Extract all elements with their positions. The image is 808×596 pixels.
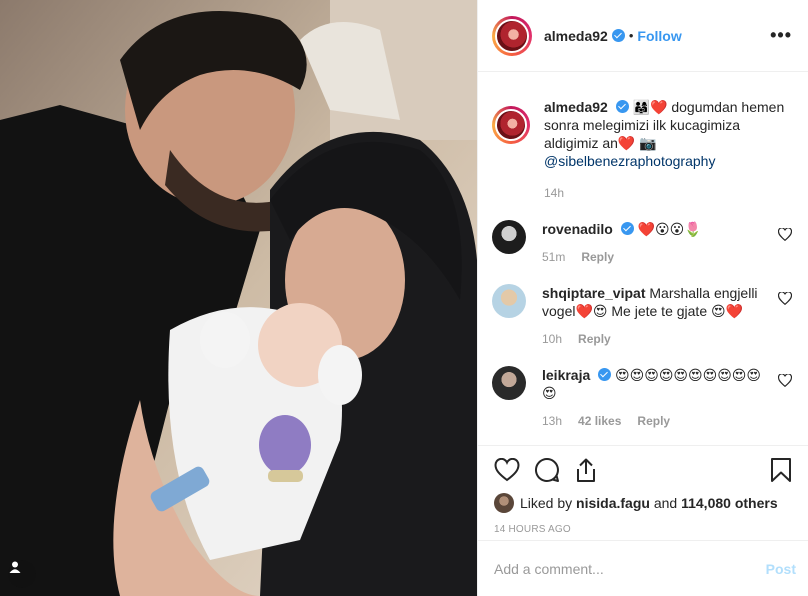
comment-item: shqiptare_vipat Marshalla engjelli vogel… <box>492 284 792 348</box>
post-photo[interactable] <box>0 0 477 596</box>
verified-icon <box>615 100 629 113</box>
likes-user[interactable]: nisida.fagu <box>576 495 650 511</box>
caption: almeda92 👨‍👩‍👧❤️ dogumdan hemen sonra me… <box>492 98 792 202</box>
comment-time[interactable]: 13h <box>542 412 562 430</box>
heart-icon[interactable] <box>494 458 520 482</box>
comment-time[interactable]: 51m <box>542 248 565 266</box>
commenter-avatar[interactable] <box>492 220 526 254</box>
separator: • <box>628 28 634 43</box>
verified-icon <box>620 222 634 235</box>
more-options-button[interactable]: ••• <box>768 25 794 46</box>
likes-others[interactable]: 114,080 others <box>681 495 778 511</box>
header-username[interactable]: almeda92 <box>544 28 608 44</box>
reply-button[interactable]: Reply <box>578 330 611 348</box>
reply-button[interactable]: Reply <box>637 412 670 430</box>
photo-illustration <box>0 0 477 596</box>
post-header: almeda92 • Follow ••• <box>478 0 808 72</box>
post-timestamp[interactable]: 14 HOURS AGO <box>494 524 792 535</box>
instagram-post: almeda92 • Follow ••• almeda92 👨‍👩‍👧❤️ d… <box>0 0 808 596</box>
post-button[interactable]: Post <box>766 561 796 577</box>
comments-list: almeda92 👨‍👩‍👧❤️ dogumdan hemen sonra me… <box>478 72 808 445</box>
comment-like-icon[interactable] <box>778 374 792 387</box>
verified-icon <box>598 368 612 381</box>
likes-summary: Liked by nisida.fagu and 114,080 others <box>494 493 792 513</box>
user-tag-icon[interactable] <box>8 560 36 588</box>
comment-item: leikraja 😍😍😍😍😍😍😍😍😍😍😍 13h 42 likes Reply <box>492 366 792 430</box>
comment-like-icon[interactable] <box>778 228 792 241</box>
comment-item: rovenadilo ❤️😮😮🌷 51m Reply <box>492 220 792 266</box>
comment-text: ❤️😮😮🌷 <box>637 221 702 237</box>
commenter-avatar[interactable] <box>492 284 526 318</box>
comment-username[interactable]: rovenadilo <box>542 221 613 237</box>
caption-avatar[interactable] <box>492 106 530 144</box>
commenter-avatar[interactable] <box>492 366 526 400</box>
comment-username[interactable]: shqiptare_vipat <box>542 285 645 301</box>
comment-icon[interactable] <box>534 457 560 483</box>
verified-icon <box>611 29 625 42</box>
caption-username[interactable]: almeda92 <box>544 99 608 115</box>
share-icon[interactable] <box>574 457 598 483</box>
post-actions: Liked by nisida.fagu and 114,080 others … <box>478 445 808 535</box>
caption-mention[interactable]: @sibelbenezraphotography <box>544 153 715 169</box>
add-comment-bar: Add a comment... Post <box>478 540 808 596</box>
comment-input[interactable]: Add a comment... <box>494 561 766 577</box>
likes-joiner: and <box>653 495 678 511</box>
comment-time[interactable]: 10h <box>542 330 562 348</box>
avatar[interactable] <box>492 15 532 56</box>
caption-time[interactable]: 14h <box>544 184 564 202</box>
likes-prefix: Liked by <box>520 495 573 511</box>
bookmark-icon[interactable] <box>770 457 792 483</box>
action-icons <box>494 446 792 494</box>
follow-button[interactable]: Follow <box>637 28 681 44</box>
reply-button[interactable]: Reply <box>581 248 614 266</box>
comment-likes-count[interactable]: 42 likes <box>578 412 621 430</box>
comment-username[interactable]: leikraja <box>542 367 590 383</box>
post-side-panel: almeda92 • Follow ••• almeda92 👨‍👩‍👧❤️ d… <box>477 0 808 596</box>
comment-like-icon[interactable] <box>778 292 792 305</box>
liker-avatar[interactable] <box>494 493 514 513</box>
